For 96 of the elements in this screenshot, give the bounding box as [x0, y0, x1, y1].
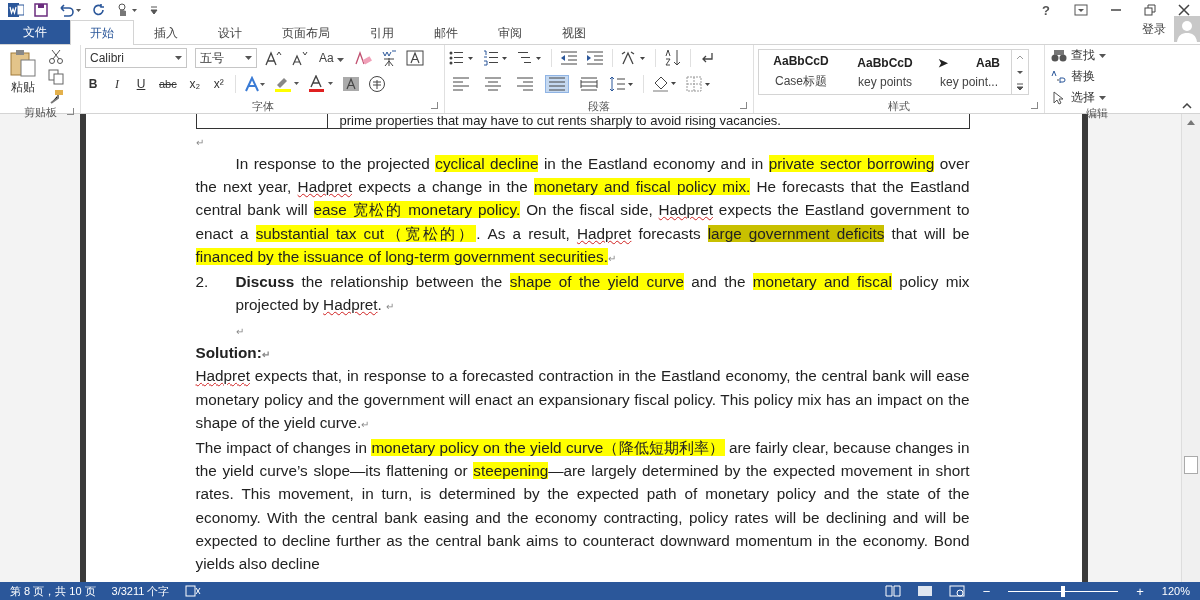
word-count[interactable]: 3/3211 个字 — [111, 583, 170, 599]
caret-icon — [245, 56, 252, 60]
change-case-button[interactable]: Aa — [317, 51, 346, 65]
increase-indent-icon[interactable] — [586, 50, 604, 66]
redo-icon[interactable] — [92, 3, 106, 17]
zoom-in-button[interactable]: + — [1134, 583, 1146, 599]
ribbon-tab[interactable]: 设计 — [198, 20, 262, 45]
clear-formatting-icon[interactable] — [354, 50, 372, 66]
help-button[interactable]: ? — [1040, 2, 1052, 18]
close-icon[interactable] — [1178, 4, 1190, 16]
dialog-launcher-icon[interactable] — [740, 102, 747, 109]
paste-button[interactable]: 粘贴 — [4, 47, 42, 98]
text-effects-icon[interactable] — [243, 76, 266, 92]
restore-icon[interactable] — [1144, 4, 1156, 16]
sign-in-link[interactable]: 登录 — [1142, 20, 1166, 38]
select-button[interactable]: 选择 — [1049, 89, 1108, 106]
alignment-button[interactable] — [577, 75, 601, 93]
list-number: 2. — [195, 272, 210, 292]
character-shading-icon[interactable] — [341, 76, 360, 92]
read-mode-icon[interactable] — [884, 585, 901, 597]
caret-icon — [175, 56, 182, 60]
format-button[interactable]: x² — [210, 77, 227, 91]
shrink-font-icon[interactable] — [291, 50, 309, 66]
collapse-ribbon-icon[interactable] — [1182, 103, 1192, 109]
cut-icon[interactable] — [48, 49, 64, 65]
copy-icon[interactable] — [48, 69, 64, 85]
style-item[interactable]: AaBbCcD Case标题 — [759, 50, 843, 94]
format-button[interactable]: U — [133, 77, 149, 91]
vertical-scrollbar[interactable] — [1181, 114, 1200, 582]
web-layout-icon[interactable] — [948, 585, 965, 597]
ribbon-tab[interactable]: 页面布局 — [262, 20, 350, 45]
word-logo-icon[interactable] — [8, 2, 24, 18]
caret-icon — [337, 58, 344, 62]
caret-icon — [1099, 53, 1106, 58]
enclose-characters-icon[interactable] — [367, 75, 386, 93]
ribbon-tab[interactable]: 开始 — [70, 20, 134, 45]
customize-caret-icon[interactable] — [150, 5, 158, 15]
print-layout-icon[interactable] — [916, 585, 933, 597]
find-button[interactable]: 查找 — [1049, 47, 1108, 64]
zoom-out-button[interactable]: − — [980, 583, 993, 599]
group-label: 字体 — [251, 98, 274, 114]
decrease-indent-icon[interactable] — [560, 50, 578, 66]
style-item[interactable]: ➤ AaB key point... — [927, 50, 1011, 94]
scroll-up-icon[interactable] — [1186, 118, 1196, 126]
replace-icon — [1051, 69, 1067, 84]
scroll-thumb[interactable] — [1184, 456, 1198, 474]
font-name-dropdown[interactable]: Calibri — [85, 48, 187, 68]
ribbon-tab[interactable]: 引用 — [350, 20, 414, 45]
group-label: 编辑 — [1085, 105, 1108, 121]
line-spacing-icon[interactable] — [609, 76, 635, 92]
proofing-icon[interactable] — [185, 585, 202, 597]
format-button[interactable]: I — [109, 76, 125, 92]
zoom-level[interactable]: 120% — [1161, 585, 1190, 597]
format-painter-icon[interactable] — [48, 89, 64, 105]
table-cell-text: prime properties that may have to cut rents sharply to avoid rising vacancies. — [338, 114, 782, 128]
dialog-launcher-icon[interactable] — [431, 102, 438, 109]
highlight-color-icon[interactable] — [273, 75, 300, 93]
list-item-text: Discuss the relationship between the shape of the yield curve and the monetary and fiscal policy mix projected by Hadpret. ↵ — [235, 272, 970, 316]
caret-icon — [1099, 95, 1106, 100]
font-size-dropdown[interactable]: 五号 — [195, 48, 257, 68]
group-label: 样式 — [888, 98, 910, 114]
paragraph-mark: ↵ — [195, 137, 204, 148]
dialog-launcher-icon[interactable] — [1031, 102, 1038, 109]
multilevel-list-icon[interactable] — [517, 50, 543, 66]
touch-mode-icon[interactable] — [116, 3, 140, 17]
undo-icon[interactable] — [58, 3, 82, 17]
borders-icon[interactable] — [686, 76, 712, 92]
body-paragraph: Hadpret expects that, in response to a forecasted contraction in the Eastland economy, the central bank will ease monetary policy and the government will enact an expansionary fiscal policy. This policy mix has an impact on the shape of the yield curve.↵ — [195, 366, 970, 433]
format-button[interactable]: B — [85, 77, 101, 91]
replace-button[interactable]: 替换 — [1049, 68, 1097, 85]
ribbon-display-icon[interactable] — [1074, 4, 1088, 16]
style-item[interactable]: AaBbCcD key points — [843, 50, 927, 94]
numbering-icon[interactable] — [483, 50, 509, 66]
ribbon-tab[interactable]: 文件 — [0, 20, 70, 44]
group-label: 剪贴板 — [23, 104, 57, 120]
paragraph-mark: ↵ — [235, 326, 244, 338]
binoculars-icon — [1051, 48, 1067, 63]
save-icon[interactable] — [34, 3, 48, 17]
clipboard-icon — [8, 49, 38, 77]
ribbon-tab[interactable]: 邮件 — [414, 20, 478, 45]
sort-icon[interactable] — [664, 49, 682, 67]
character-border-icon[interactable] — [406, 50, 424, 66]
shading-icon[interactable] — [652, 75, 678, 93]
bullets-icon[interactable] — [449, 50, 475, 66]
chinese-layout-icon[interactable] — [621, 50, 647, 66]
grow-font-icon[interactable] — [265, 50, 283, 66]
ribbon-tab[interactable]: 视图 — [542, 20, 606, 45]
font-color-icon[interactable] — [307, 75, 334, 93]
ribbon-tab[interactable]: 插入 — [134, 20, 198, 45]
format-button[interactable]: x₂ — [186, 77, 203, 91]
phonetic-guide-icon[interactable] — [380, 49, 398, 67]
page-count[interactable]: 第 8 页，共 10 页 — [10, 583, 96, 599]
group-label: 段落 — [588, 98, 610, 114]
ribbon-tab[interactable]: 审阅 — [478, 20, 542, 45]
format-button[interactable]: abc — [157, 78, 179, 90]
section-heading: Solution:↵ — [195, 344, 270, 362]
